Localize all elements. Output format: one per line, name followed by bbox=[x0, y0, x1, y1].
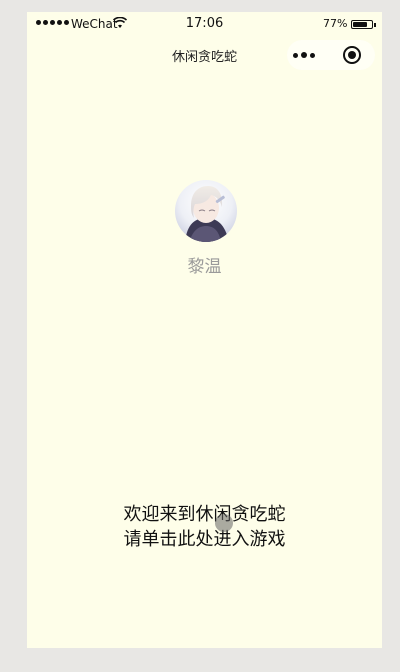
enter-game-button[interactable]: 欢迎来到休闲贪吃蛇 请单击此处进入游戏 bbox=[27, 502, 382, 552]
phone-screen: WeChat 17:06 77% 休闲贪吃蛇 黎温 欢迎来到休闲贪吃蛇 请单击此… bbox=[27, 12, 382, 648]
enter-game-hint: 请单击此处进入游戏 bbox=[123, 529, 286, 550]
battery-icon bbox=[351, 20, 373, 29]
welcome-text: 欢迎来到休闲贪吃蛇 bbox=[123, 504, 286, 525]
status-bar: WeChat 17:06 77% bbox=[27, 12, 382, 36]
battery-percentage: 77% bbox=[323, 17, 348, 30]
mini-program-navbar: 休闲贪吃蛇 bbox=[27, 40, 382, 72]
close-miniprogram-icon[interactable] bbox=[343, 46, 361, 64]
avatar bbox=[175, 180, 237, 242]
avatar-image bbox=[175, 180, 237, 242]
more-dots-icon[interactable] bbox=[289, 48, 319, 62]
username: 黎温 bbox=[187, 257, 222, 277]
battery-tip bbox=[374, 23, 376, 27]
touch-indicator bbox=[215, 514, 233, 532]
